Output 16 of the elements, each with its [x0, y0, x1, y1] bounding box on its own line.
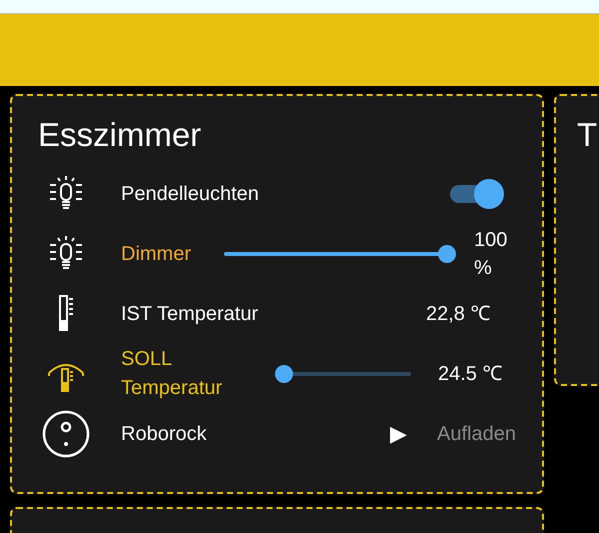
toggle-switch[interactable] [450, 181, 504, 207]
row-label: SOLL Temperatur [121, 347, 224, 401]
temperature-value: 22,8 ℃ [426, 302, 492, 327]
row-label: Pendelleuchten [121, 182, 259, 206]
card-title: Esszimmer [38, 116, 202, 154]
slider-thumb[interactable] [275, 365, 293, 383]
slider-thumb[interactable] [438, 245, 456, 263]
status-text: Aufladen [437, 422, 516, 446]
slider-value: 24.5 ℃ [438, 362, 504, 387]
row-label: Dimmer [121, 242, 191, 266]
row-label: Roborock [121, 422, 207, 446]
slider-value: 100 % [474, 228, 508, 281]
play-button[interactable]: ▶ [386, 421, 412, 447]
robot-vacuum-icon [42, 410, 90, 458]
card-title: T [577, 116, 598, 154]
row-label: IST Temperatur [121, 302, 258, 326]
